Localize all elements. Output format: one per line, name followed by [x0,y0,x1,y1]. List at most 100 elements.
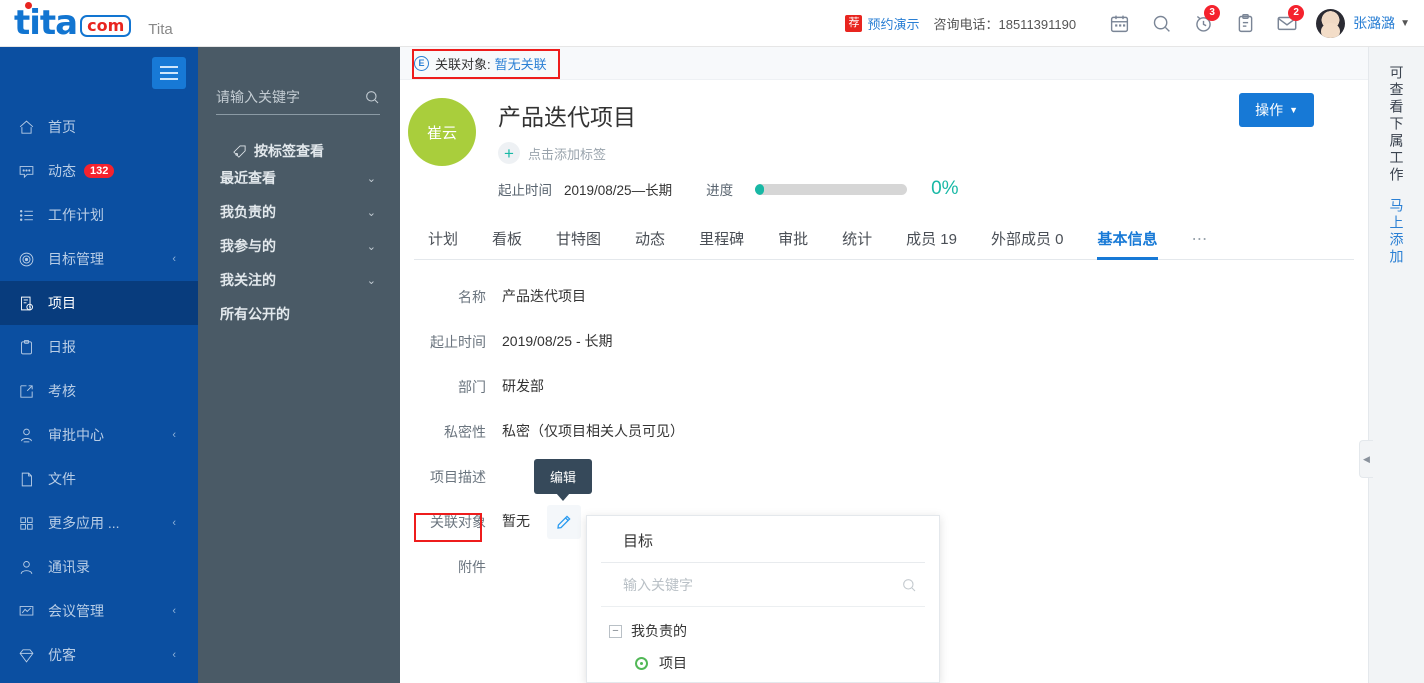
chevron-down-icon[interactable]: ⌄ [367,240,376,253]
subnav-item-joined[interactable]: 我参与的 ⌄ [198,229,400,263]
sidebar-item-label: 通讯录 [48,559,90,575]
sidebar-item-label: 工作计划 [48,207,104,223]
tab-members[interactable]: 成员 19 [906,220,957,259]
tab-milestone[interactable]: 里程碑 [699,220,744,259]
relation-object-value[interactable]: 暂无关联 [495,54,547,73]
tab-plan[interactable]: 计划 [428,220,458,259]
field-value: 暂无 [502,513,530,529]
tab-activity[interactable]: 动态 [635,220,665,259]
field-label: 名称 [458,289,486,305]
action-button-label: 操作 [1255,102,1284,118]
tab-approval[interactable]: 审批 [778,220,808,259]
sidebar-item-project[interactable]: 项目 [0,281,198,325]
sidebar-item-dailyreport[interactable]: 日报 [0,325,198,369]
logo-com-badge: com [80,15,132,37]
tab-gantt[interactable]: 甘特图 [556,220,601,259]
sidebar-item-workplan[interactable]: 工作计划 [0,193,198,237]
search-icon[interactable] [1140,3,1182,43]
subnav-item-followed[interactable]: 我关注的 ⌄ [198,263,400,297]
dropdown-search-input[interactable]: 输入关键字 [601,563,925,607]
chevron-down-icon[interactable]: ⌄ [367,172,376,185]
sidebar-item-home[interactable]: 首页 [0,105,198,149]
relation-object-group[interactable]: E 关联对象: 暂无关联 [414,54,547,73]
subnav-item-label: 所有公开的 [220,306,290,322]
rail-add-link[interactable]: 马上添加 [1387,198,1407,266]
search-icon [903,579,916,592]
sidebar-item-label: 日报 [48,339,76,355]
pencil-icon [557,515,571,529]
grid-icon [18,515,44,532]
tab-basic-info[interactable]: 基本信息 [1097,220,1158,260]
project-header: 崔云 产品迭代项目 + 点击添加标签 起止时间 2019/08/25—长期 进度… [400,80,1368,200]
sidebar-item-label: 动态 [48,163,76,179]
sidebar-item-label: 首页 [48,119,76,135]
sidebar-item-meetings[interactable]: 会议管理 ‹ [0,589,198,633]
tab-external-members[interactable]: 外部成员 0 [991,220,1064,259]
subnav-item-public[interactable]: 所有公开的 [198,297,400,331]
logo-dot-icon [25,2,32,9]
clipboard-icon[interactable] [1224,3,1266,43]
e-circle-icon: E [414,55,429,71]
file-icon [18,471,44,488]
calendar-icon[interactable] [1098,3,1140,43]
sidebar-item-approval[interactable]: 审批中心 ‹ [0,413,198,457]
subnav-item-label: 我关注的 [220,272,276,288]
form-row-name: 名称 产品迭代项目 [400,286,1368,307]
dropdown-title: 目标 [601,516,925,563]
demo-booking-link[interactable]: 预约演示 [867,14,919,33]
sidebar-item-assessment[interactable]: 考核 [0,369,198,413]
add-tag-button[interactable]: + 点击添加标签 [498,142,959,164]
sidebar-item-moreapps[interactable]: 更多应用 ... ‹ [0,501,198,545]
chart-arrow-icon [18,383,44,400]
subnav-item-label: 我参与的 [220,238,276,254]
username-label[interactable]: 张潞潞 [1353,13,1395,33]
chevron-down-icon[interactable]: ⌄ [367,206,376,219]
sidebar-item-contacts[interactable]: 通讯录 [0,545,198,589]
sidebar-nav-list: 首页 动态 132 工作计划 目标管理 ‹ 项目 日报 考核 审批中心 ‹ 文件… [0,47,198,677]
field-label: 起止时间 [430,334,486,350]
tag-icon [233,144,246,158]
form-row-daterange: 起止时间 2019/08/25 - 长期 [400,331,1368,352]
sidebar-item-youke[interactable]: 优客 ‹ [0,633,198,677]
project-owner-avatar[interactable]: 崔云 [408,98,476,166]
feed-badge-count: 132 [84,164,115,178]
sidebar-item-label: 优客 [48,647,76,663]
action-button[interactable]: 操作 ▼ [1239,93,1314,127]
tree-item-project[interactable]: 项目 [609,653,939,673]
recommend-badge: 荐 [845,14,863,32]
subnav-item-owned[interactable]: 我负责的 ⌄ [198,195,400,229]
chevron-left-icon: ‹ [172,429,176,441]
tab-statistics[interactable]: 统计 [842,220,872,259]
dropdown-tree: − 我负责的 项目 [587,607,939,673]
project-info: 产品迭代项目 + 点击添加标签 起止时间 2019/08/25—长期 进度 0% [498,98,959,200]
field-label: 关联对象 [430,514,486,530]
tab-overflow-icon[interactable]: ⋯ [1192,221,1208,259]
subnav-item-recent[interactable]: 最近查看 ⌄ [198,161,400,195]
page-title: 产品迭代项目 [498,104,636,130]
alarm-clock-icon[interactable]: 3 [1182,3,1224,43]
avatar[interactable] [1316,8,1346,38]
search-icon [366,91,379,104]
chevron-down-icon[interactable]: ▼ [1400,18,1410,29]
sidebar-item-label: 会议管理 [48,603,104,619]
sidebar-item-files[interactable]: 文件 [0,457,198,501]
field-label: 项目描述 [430,469,486,485]
envelope-icon[interactable]: 2 [1266,3,1308,43]
rail-text-label: 可查看下属工作 [1388,65,1405,184]
tab-board[interactable]: 看板 [492,220,522,259]
tree-node-label: 我负责的 [631,623,687,639]
sidebar-item-goals[interactable]: 目标管理 ‹ [0,237,198,281]
tree-node-owned[interactable]: − 我负责的 [609,621,939,641]
support-phone-label: 咨询电话：18511391190 [933,16,1077,32]
hamburger-menu-icon[interactable] [152,57,186,89]
collapse-toggle-icon[interactable]: − [609,624,622,638]
chevron-down-icon[interactable]: ⌄ [367,274,376,287]
tree-item-label: 项目 [659,655,687,671]
sidebar-item-feed[interactable]: 动态 132 [0,149,198,193]
brand-logo[interactable]: tita com Tita [0,2,173,40]
view-by-tag-link[interactable]: 按标签查看 [232,141,400,161]
edit-relation-button[interactable] [547,505,581,539]
rail-collapse-handle[interactable]: ◀ [1359,440,1373,478]
project-search-input[interactable]: 请输入关键字 [216,87,380,115]
progress-percent: 0% [931,178,959,199]
